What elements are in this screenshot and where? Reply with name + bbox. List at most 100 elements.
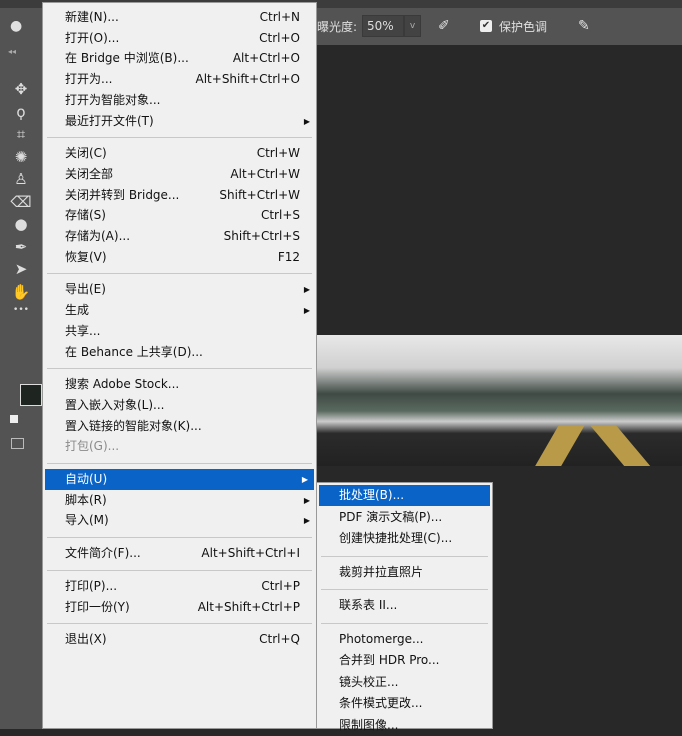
menu-item-label: 生成	[65, 303, 90, 318]
menu-item[interactable]: 搜索 Adobe Stock...	[43, 374, 316, 395]
menu-item[interactable]: 存储(S) Ctrl+S	[43, 205, 316, 226]
menu-item[interactable]: 打开(O)... Ctrl+O	[43, 28, 316, 49]
menu-item[interactable]: 创建快捷批处理(C)...	[317, 528, 492, 549]
foreground-color-swatch[interactable]	[20, 384, 42, 406]
menu-item[interactable]: 在 Behance 上共享(D)...	[43, 342, 316, 363]
blur-drop-icon[interactable]: ●	[10, 215, 32, 237]
menu-item-label: 导出(E)	[65, 282, 106, 297]
menu-item-label: 条件模式更改...	[339, 696, 423, 710]
menu-item[interactable]: 在 Bridge 中浏览(B)... Alt+Ctrl+O	[43, 48, 316, 69]
menu-item[interactable]: 导入(M) ▶	[43, 510, 316, 531]
menu-item[interactable]: 关闭(C) Ctrl+W	[43, 143, 316, 164]
menu-item[interactable]: 存储为(A)... Shift+Ctrl+S	[43, 226, 316, 247]
protect-tones-label: 保护色调	[499, 20, 548, 34]
more-icon[interactable]: •••	[10, 305, 32, 327]
menu-item[interactable]: 打印一份(Y) Alt+Shift+Ctrl+P	[43, 597, 316, 618]
menu-item[interactable]: 打开为智能对象...	[43, 90, 316, 111]
menu-item[interactable]: Photomerge...	[317, 629, 492, 650]
submenu-arrow-icon: ▶	[303, 495, 310, 505]
menu-item[interactable]: 批处理(B)...	[319, 485, 490, 506]
menu-item-label: 置入嵌入对象(L)...	[65, 397, 165, 412]
menu-item-label: Photomerge...	[339, 631, 424, 646]
hand-icon[interactable]: ✋	[10, 283, 32, 305]
menu-item-label: 退出(X)	[65, 632, 107, 647]
menu-item-label: 置入链接的智能对象(K)...	[65, 418, 202, 433]
menu-item[interactable]: 打开为... Alt+Shift+Ctrl+O	[43, 69, 316, 90]
select-arrow-icon[interactable]: ➤	[10, 260, 32, 282]
pen-icon[interactable]: ✒	[10, 238, 32, 260]
menu-item[interactable]: 限制图像...	[317, 715, 492, 736]
menu-item[interactable]: 生成 ▶	[43, 300, 316, 321]
menu-item-label: 裁剪并拉直照片	[339, 564, 424, 579]
menu-item-shortcut: Alt+Shift+Ctrl+I	[201, 546, 300, 561]
stamp-icon[interactable]: ♙	[10, 170, 32, 192]
lasso-icon[interactable]: ϙ	[10, 103, 32, 125]
menu-item[interactable]: 关闭并转到 Bridge... Shift+Ctrl+W	[43, 185, 316, 206]
menu-item-label: 打开(O)...	[65, 30, 120, 45]
menu-separator	[47, 368, 312, 370]
menu-item[interactable]: 镜头校正...	[317, 672, 492, 693]
quick-mask-icon[interactable]	[11, 438, 24, 449]
menu-separator	[321, 589, 488, 590]
menu-item[interactable]: 联系表 II...	[317, 595, 492, 616]
menu-item-shortcut: Ctrl+S	[260, 208, 300, 223]
menu-item[interactable]: 最近打开文件(T) ▶	[43, 111, 316, 132]
exposure-dropdown[interactable]: v	[404, 15, 421, 37]
menu-item-label: 创建快捷批处理(C)...	[339, 531, 453, 545]
menu-item[interactable]: 打包(G)...	[43, 436, 316, 457]
menu-item[interactable]: 合并到 HDR Pro...	[317, 650, 492, 671]
toolbox: ◂◂ ✥ ϙ ⌗ ✺ ♙ ⌫ ● ✒ ➤ ✋ •••	[0, 45, 42, 729]
menu-item[interactable]: 文件简介(F)... Alt+Shift+Ctrl+I	[43, 543, 316, 564]
menu-item[interactable]: 关闭全部 Alt+Ctrl+W	[43, 164, 316, 185]
eraser-icon[interactable]: ⌫	[10, 193, 32, 215]
patch-icon[interactable]: ✺	[10, 148, 32, 170]
move-icon[interactable]: ✥	[10, 80, 32, 102]
menu-item-shortcut: Ctrl+Q	[259, 632, 300, 647]
menu-item-label: 联系表 II...	[339, 598, 398, 612]
crop-icon[interactable]: ⌗	[10, 125, 32, 147]
menu-item[interactable]: 脚本(R) ▶	[43, 490, 316, 511]
exposure-input[interactable]: 50%	[362, 15, 404, 37]
menu-item[interactable]: 条件模式更改...	[317, 693, 492, 714]
menu-item-shortcut: F12	[277, 249, 300, 264]
menu-item-label: 打包(G)...	[65, 439, 120, 454]
menu-item-label: 共享...	[65, 323, 101, 338]
menu-item-label: 限制图像...	[339, 717, 399, 732]
pressure-icon[interactable]: ✎	[578, 18, 590, 34]
menu-item-shortcut: Alt+Ctrl+O	[232, 51, 300, 66]
airbrush-icon[interactable]: ✐	[438, 18, 450, 34]
menu-separator	[47, 537, 312, 539]
menu-item-shortcut: Shift+Ctrl+W	[219, 187, 300, 202]
menu-item[interactable]: 恢复(V) F12	[43, 247, 316, 268]
menu-item-shortcut: Ctrl+O	[259, 30, 300, 45]
menu-item[interactable]: 自动(U) ▶	[45, 469, 314, 490]
menu-separator	[321, 555, 488, 557]
menu-item-label: 关闭(C)	[65, 146, 107, 161]
menu-item[interactable]: PDF 演示文稿(P)...	[317, 507, 492, 528]
menu-item-label: 脚本(R)	[65, 492, 107, 507]
menu-item[interactable]: 退出(X) Ctrl+Q	[43, 629, 316, 650]
menu-item[interactable]: 置入链接的智能对象(K)...	[43, 416, 316, 437]
menu-item-shortcut: Alt+Shift+Ctrl+P	[197, 599, 300, 614]
submenu-arrow-icon: ▶	[303, 306, 310, 316]
dodge-tool-icon[interactable]: ●	[10, 18, 22, 34]
protect-tones-checkbox[interactable]: ✔	[480, 20, 492, 32]
menu-item-label: 在 Behance 上共享(D)...	[65, 344, 203, 359]
menu-item-label: 打开为...	[65, 72, 113, 87]
default-colors-icon[interactable]	[10, 415, 18, 423]
menu-item[interactable]: 打印(P)... Ctrl+P	[43, 576, 316, 597]
menu-item[interactable]: 导出(E) ▶	[43, 279, 316, 300]
menu-item[interactable]: 新建(N)... Ctrl+N	[43, 7, 316, 28]
menu-item-label: 恢复(V)	[65, 249, 107, 264]
menu-item[interactable]: 裁剪并拉直照片	[317, 562, 492, 583]
menu-item-label: 文件简介(F)...	[65, 546, 141, 561]
collapse-icon[interactable]: ◂◂	[8, 47, 16, 56]
menu-item-label: 关闭并转到 Bridge...	[65, 187, 180, 202]
menu-separator	[47, 463, 312, 464]
menu-item-label: 镜头校正...	[339, 674, 399, 689]
menu-item-label: 在 Bridge 中浏览(B)...	[65, 51, 189, 66]
menu-item-label: 打印一份(Y)	[65, 599, 130, 614]
menu-item[interactable]: 置入嵌入对象(L)...	[43, 395, 316, 416]
submenu-arrow-icon: ▶	[303, 516, 310, 526]
menu-item[interactable]: 共享...	[43, 321, 316, 342]
